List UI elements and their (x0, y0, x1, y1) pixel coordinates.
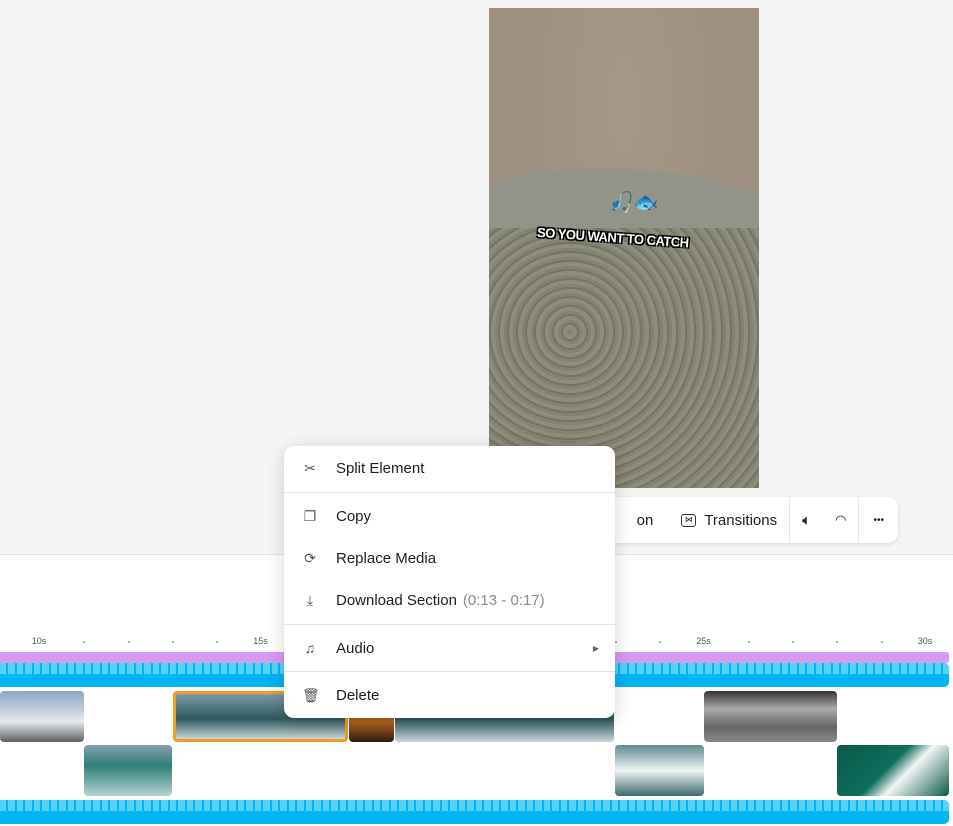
video-clip[interactable] (84, 745, 172, 796)
menu-item-copy[interactable]: ❐ Copy (284, 496, 615, 536)
ruler-tick (127, 641, 130, 643)
download-icon: ⤓ (306, 591, 314, 608)
ruler-tick (792, 641, 795, 643)
more-icon: ••• (873, 514, 884, 526)
ruler-tick-label: 30s (917, 636, 933, 646)
menu-label: Replace Media (336, 549, 437, 567)
menu-label: Audio (336, 639, 375, 657)
ruler-tick-label: 15s (253, 636, 268, 646)
menu-item-replace-media[interactable]: ⟳ Replace Media (284, 538, 615, 578)
menu-item-delete[interactable]: 🗑︎ Delete (284, 675, 615, 715)
video-clip[interactable] (615, 745, 704, 796)
caption-emoji: 🎣🐟 (609, 192, 659, 214)
ruler-tick (216, 641, 219, 643)
ruler-tick (171, 641, 174, 643)
context-menu: ✂︎ Split Element ❐ Copy ⟳ Replace Media ⤓ Do… (284, 446, 615, 718)
menu-label: Split Element (336, 459, 425, 477)
toolbar-partial-button[interactable]: on (625, 497, 670, 543)
ruler-tick (836, 641, 839, 643)
divider (284, 671, 615, 672)
menu-label: Copy (336, 507, 372, 525)
video-preview[interactable]: 🎣🐟 SO YOU WANT TO CATCH (489, 8, 759, 488)
video-clip[interactable] (0, 691, 84, 742)
scissors-icon: ✂︎ (304, 459, 316, 476)
ruler-tick-label: 25s (696, 636, 711, 646)
music-note-icon: ♫ (304, 640, 316, 656)
ruler-tick (880, 641, 883, 643)
background-audio-clip[interactable] (0, 800, 949, 824)
chevron-right-icon: ▶ (592, 643, 599, 653)
ruler-tick (614, 641, 617, 643)
menu-label: Download Section (0:13 - 0:17) (336, 592, 545, 609)
video-clip[interactable] (704, 691, 837, 742)
transitions-icon: ⋈ (681, 513, 697, 527)
copy-icon: ❐ (303, 507, 317, 524)
ruler-tick (659, 641, 662, 643)
transitions-button[interactable]: ⋈ Transitions (669, 497, 789, 543)
speed-button[interactable]: ◠ (823, 497, 858, 543)
ruler-tick (747, 641, 750, 643)
download-range: (0:13 - 0:17) (462, 591, 545, 609)
more-button[interactable]: ••• (859, 497, 898, 543)
ruler-tick-label: 10s (31, 636, 47, 646)
speed-icon: ◠ (835, 512, 847, 527)
divider (284, 624, 615, 625)
download-label: Download Section (336, 591, 457, 609)
volume-button[interactable]: 🔈︎ (790, 497, 823, 543)
trash-icon: 🗑︎ (302, 686, 320, 703)
transitions-label: Transitions (704, 511, 778, 529)
volume-icon: 🔈︎ (802, 511, 812, 529)
menu-item-split-element[interactable]: ✂︎ Split Element (284, 448, 615, 488)
video-clip[interactable] (837, 745, 949, 796)
menu-item-download-section[interactable]: ⤓ Download Section (0:13 - 0:17) (284, 580, 615, 620)
ruler-tick (83, 641, 86, 643)
menu-label: Delete (336, 686, 380, 704)
toolbar-partial-label: on (636, 511, 654, 529)
refresh-icon: ⟳ (304, 549, 316, 566)
divider (284, 492, 615, 493)
menu-item-audio[interactable]: ♫ Audio ▶ (284, 628, 615, 668)
